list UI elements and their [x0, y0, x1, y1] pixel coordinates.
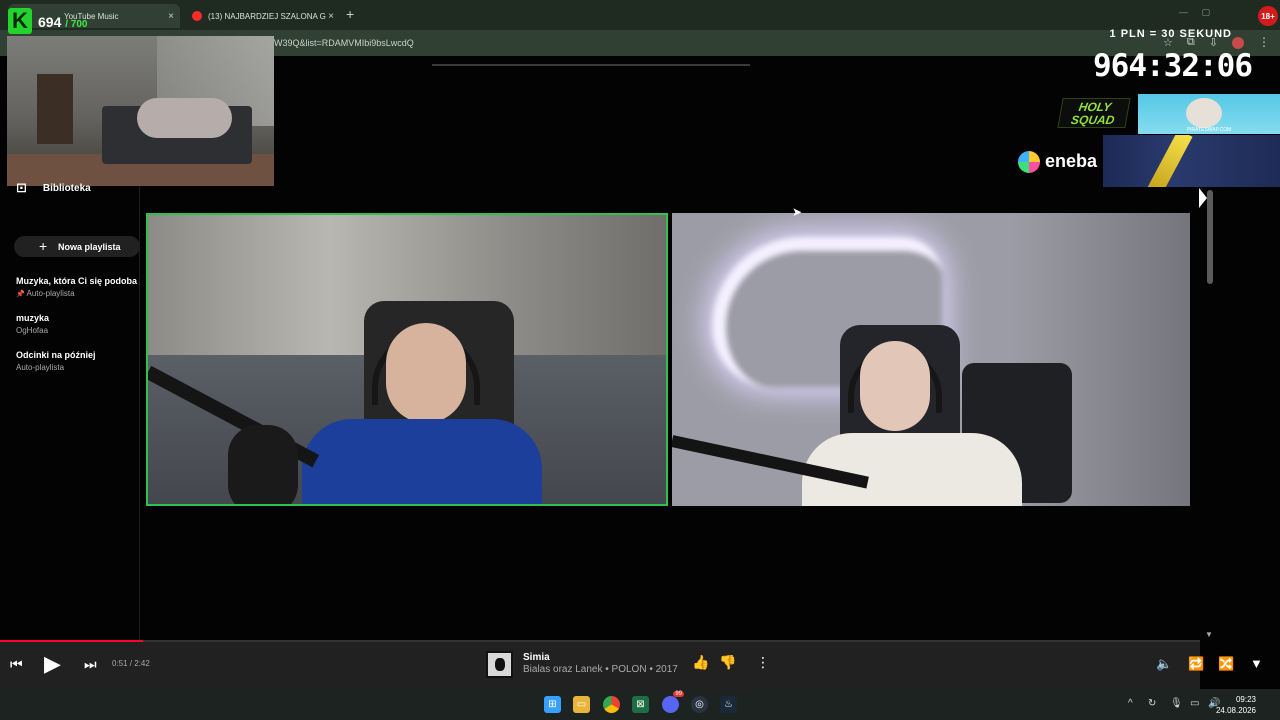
track-subtitle[interactable]: Bialas oraz Lanek • POLON • 2017	[523, 664, 678, 675]
streamer-head	[860, 341, 930, 431]
browser-app-icon[interactable]: ◎	[691, 696, 708, 713]
streamer-webcam-left	[146, 213, 668, 506]
viewer-counter: 694 / 700	[38, 14, 88, 30]
system-clock[interactable]: 09:23 24.08.2026	[1216, 694, 1256, 716]
expand-player-icon[interactable]: ▼	[1250, 656, 1263, 671]
tab-youtube-music[interactable]: YouTube Music ×	[8, 4, 180, 28]
timer-caption: 1 PLN = 30 SEKUND	[1109, 28, 1232, 40]
steam-icon[interactable]: ♨	[720, 696, 737, 713]
play-icon[interactable]: ▶	[44, 651, 61, 677]
windows-taskbar: ⊞ ▭ ⊠ 99 ◎ ♨ ^ ↻ 🎙 ▭ 🔊 09:23 24.08.2026	[0, 689, 1280, 720]
kick-logo: K	[8, 8, 32, 34]
tab-najbardziej[interactable]: (13) NAJBARDZIEJ SZALONA G... ×	[184, 4, 340, 28]
playlist-subtitle: Auto-playlista	[26, 289, 75, 298]
scroll-down-icon[interactable]: ▼	[1205, 630, 1213, 639]
sync-icon[interactable]: ↻	[1148, 698, 1156, 709]
maximize-icon[interactable]: ▢	[1201, 7, 1210, 18]
volume-icon[interactable]: 🔈	[1156, 656, 1172, 672]
library-label: Biblioteka	[42, 182, 91, 194]
file-explorer-icon[interactable]: ▭	[573, 696, 590, 713]
playlist-subtitle: OgHofaa	[16, 326, 49, 335]
more-options-icon[interactable]: ⋮	[756, 654, 770, 671]
new-playlist-button[interactable]: + Nowa playlista	[14, 236, 140, 257]
album-art[interactable]	[486, 651, 513, 678]
playlist-subtitle-row: 📌 Auto-playlista	[16, 289, 140, 298]
thumbs-down-icon[interactable]: 👎	[719, 654, 736, 671]
thumbs-up-icon[interactable]: 👍	[692, 654, 709, 671]
room-shelf	[37, 74, 73, 144]
windows-start-icon[interactable]: ⊞	[544, 696, 561, 713]
shuffle-icon[interactable]: 🔀	[1218, 656, 1234, 672]
streamer-shirt	[302, 419, 542, 504]
close-tab-icon[interactable]: ×	[168, 11, 174, 22]
pirate-label: PIRATESWAP.COM	[1186, 127, 1232, 133]
sidebar: ⊡ Biblioteka + Nowa playlista Muzyka, kt…	[0, 180, 140, 640]
track-title[interactable]: Simia	[523, 652, 550, 663]
eneba-banner	[1103, 135, 1280, 187]
sidebar-item-library[interactable]: ⊡ Biblioteka	[16, 180, 91, 196]
streamer-head	[386, 323, 466, 423]
next-track-icon[interactable]: ⏭	[84, 656, 97, 673]
streamer-webcam-right	[672, 213, 1190, 506]
close-tab-icon[interactable]: ×	[328, 11, 334, 22]
age-badge: 18+	[1258, 6, 1278, 26]
repeat-icon[interactable]: 🔁	[1188, 656, 1204, 672]
player-bar: ⏮ ▶ ⏭ 0:51 / 2:42 Simia Bialas oraz Lane…	[0, 642, 1263, 689]
page-top-divider	[432, 64, 750, 66]
pirateswap-banner: PIRATESWAP.COM	[1138, 94, 1280, 134]
room-blanket	[137, 98, 232, 138]
new-tab-button[interactable]: +	[346, 6, 354, 22]
tab-label: (13) NAJBARDZIEJ SZALONA G...	[208, 11, 326, 21]
playlist-title: muzyka	[16, 313, 50, 323]
display-icon[interactable]: ▭	[1190, 698, 1199, 709]
discord-icon[interactable]: 99	[662, 691, 684, 713]
playlist-item[interactable]: Muzyka, która Ci się podoba 📌 Auto-playl…	[16, 276, 140, 298]
excel-icon[interactable]: ⊠	[632, 696, 649, 713]
bedroom-webcam-overlay	[7, 36, 274, 186]
clock-date: 24.08.2026	[1215, 706, 1256, 715]
playlist-title: Odcinki na później	[16, 350, 96, 360]
browser-menu-icon[interactable]: ⋮	[1258, 35, 1270, 49]
knife-graphic	[1145, 135, 1193, 187]
minimize-icon[interactable]: —	[1179, 7, 1188, 17]
viewer-count: 694	[38, 14, 62, 30]
pin-icon: 📌	[16, 291, 25, 298]
eneba-text: eneba	[1045, 151, 1098, 171]
playlist-subtitle: Auto-playlista	[16, 363, 65, 372]
discord-badge: 99	[673, 691, 684, 697]
plus-icon: +	[39, 238, 48, 254]
mouse-cursor-icon: ➤	[792, 205, 803, 219]
clock-time: 09:23	[1235, 695, 1256, 704]
microphone-tray-icon[interactable]: 🎙	[1170, 698, 1183, 709]
tray-chevron-icon[interactable]: ^	[1128, 698, 1133, 709]
chrome-icon[interactable]	[603, 696, 620, 713]
library-icon: ⊡	[16, 180, 27, 195]
eneba-logo-icon	[1018, 151, 1040, 173]
playlist-item[interactable]: muzyka OgHofaa	[16, 313, 140, 335]
holy-squad-logo: HOLY SQUAD	[1057, 98, 1131, 128]
scroll-marker-icon	[1199, 188, 1207, 208]
url-text[interactable]: W39Q&list=RDAMVMIbi9bsLwcdQ	[274, 38, 414, 48]
new-playlist-label: Nowa playlista	[58, 241, 121, 252]
scrollbar[interactable]	[1207, 190, 1213, 284]
viewer-max: / 700	[65, 19, 88, 30]
youtube-favicon-icon	[192, 11, 202, 21]
playlist-item[interactable]: Odcinki na później Auto-playlista	[16, 350, 140, 372]
time-display: 0:51 / 2:42	[112, 659, 150, 668]
subathon-timer: 964:32:06	[1093, 48, 1253, 84]
playlist-title: Muzyka, która Ci się podoba	[16, 276, 138, 286]
previous-track-icon[interactable]: ⏮	[10, 656, 23, 673]
browser-tab-bar: YouTube Music × (13) NAJBARDZIEJ SZALONA…	[0, 0, 1280, 30]
microphone	[228, 425, 298, 504]
pirate-figure	[1186, 98, 1222, 128]
